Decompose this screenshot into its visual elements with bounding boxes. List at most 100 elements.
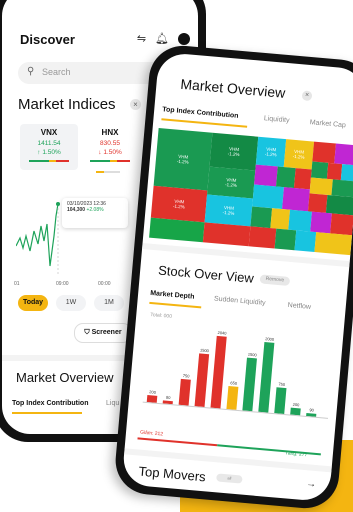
market-depth-chart: 200 80 750 1500 2040 650 1500 2000 750 200 90 [137,322,341,439]
treemap-cell[interactable] [250,206,273,229]
depth-bar[interactable] [178,378,191,406]
treemap-cell[interactable] [288,209,312,232]
tooltip-value-row: 104,300 +2.08% [67,207,123,213]
remove-button[interactable]: Remove [259,274,291,286]
tab-underline [149,301,202,309]
x-tick: 00:00 [98,281,111,287]
market-overview-title: Market Overview [16,370,114,385]
tab-underline [12,412,82,414]
treemap-cell[interactable] [310,211,332,234]
x-tick: 09:00 [56,281,69,287]
tooltip-change: +2.08% [86,207,104,213]
range-1w-button[interactable]: 1W [56,295,86,311]
treemap-cell[interactable] [314,232,353,256]
treemap-cell[interactable] [274,228,297,251]
market-overview-title: Market Overview [179,75,286,101]
treemap-cell[interactable]: VHM -1.2% [204,194,253,227]
treemap-cell[interactable] [252,184,284,210]
filter-icon: ⛉ [84,329,90,336]
index-card-vnx[interactable]: VNX 1411.54 ↑ 1.50% [20,124,78,170]
treemap-cell[interactable] [312,141,336,164]
tooltip-value: 104,300 [67,207,86,213]
chart-tooltip: 03/10/2023 12:36 104,300 +2.08% [62,198,128,228]
header-icons: ⇋ 🔔︎ [137,32,190,46]
tab-netflow[interactable]: Netflow [287,302,311,311]
tab-liquidity[interactable]: Liquidity [264,115,290,124]
search-placeholder: Search [42,67,71,77]
section-title: Market Indices [18,96,116,113]
buy-count: Tăng: 277 [284,450,308,459]
arrow-right-icon[interactable]: → [306,478,317,490]
range-today-button[interactable]: Today [18,295,48,311]
depth-bar[interactable] [242,357,257,412]
treemap-cell[interactable] [340,164,353,182]
cell-change: -1.2% [222,209,235,216]
tab-top-index[interactable]: Top Index Contribution [12,400,88,407]
range-1m-button[interactable]: 1M [94,295,124,311]
depth-bar[interactable] [226,386,239,410]
sell-count: Giảm: 212 [139,429,164,438]
treemap-cell[interactable] [254,164,278,187]
screener-button[interactable]: ⛉ Screener [74,323,132,343]
depth-bar[interactable] [210,335,227,409]
cell-change: -1.2% [176,158,189,165]
bell-icon[interactable]: 🔔︎ [155,32,169,46]
cell-change: -1.2% [264,151,277,158]
bar-label: 1500 [247,351,257,358]
treemap-cell[interactable]: VHM -1.2% [209,132,259,171]
treemap-cell[interactable] [307,193,328,213]
cell-change: -1.2% [224,182,238,189]
treemap-cell[interactable] [330,213,353,236]
treemap-cell[interactable] [270,208,291,230]
treemap: VHM -1.2% VHM -1.2% VHM -1.2% VHM -1.2% VHM -… [149,127,353,256]
treemap-cell[interactable] [326,162,343,181]
tab-sudden-liquidity[interactable]: Sudden Liquidity [214,295,266,306]
stock-overview-title: Stock Over View [157,262,255,286]
index-change-value: 1.50% [103,149,122,156]
x-tick: 01 [14,281,20,287]
swap-icon[interactable]: ⇋ [137,32,146,46]
tab-market-depth[interactable]: Market Depth [150,290,195,301]
search-input[interactable]: ⚲ Search [18,62,168,84]
treemap-cell[interactable] [248,226,277,249]
depth-bar[interactable] [194,353,210,408]
search-icon: ⚲ [27,66,35,77]
depth-bar[interactable] [274,387,287,415]
header: Discover ⇋ 🔔︎ [20,32,190,52]
index-change-value: 1.50% [42,149,61,156]
treemap-cell[interactable] [294,230,317,253]
treemap-cell[interactable] [276,166,296,189]
avatar[interactable] [178,33,190,45]
cell-change: -1.2% [227,151,240,158]
treemap-cell[interactable] [310,161,329,179]
index-card-hnx[interactable]: HNX 830.55 ↓ 1.50% [90,128,130,168]
treemap-cell[interactable]: VHM -1.2% [153,127,213,191]
treemap-cell[interactable] [309,177,333,196]
treemap-cell[interactable] [202,222,251,247]
tab-top-index[interactable]: Top Index Contribution [162,106,239,120]
treemap-cell[interactable] [282,187,310,212]
tab-liquidity[interactable]: Liqu [106,400,119,407]
index-minibar [90,160,130,162]
treemap-cell[interactable] [149,217,205,243]
top-movers-filter[interactable]: all [216,473,243,484]
treemap-cell[interactable]: VHM -1.2% [150,185,208,223]
index-name: VNX [40,128,58,137]
page-title: Discover [20,32,75,47]
treemap-cell[interactable] [293,168,312,190]
right-phone-screen: Market Overview × Top Index Contribution… [121,51,353,503]
close-icon[interactable]: × [301,90,313,102]
tab-market-cap[interactable]: Market Cap [309,119,346,129]
range-selector: Today 1W 1M [18,295,124,311]
screener-label: Screener [91,329,122,336]
sell-progress [137,437,218,447]
treemap-cell[interactable]: VHM -1.2% [255,136,287,168]
close-icon[interactable]: × [130,99,141,110]
top-movers-title: Top Movers [138,463,207,485]
right-phone-frame: Market Overview × Top Index Contribution… [112,43,353,511]
treemap-cell[interactable]: VHM -1.2% [207,166,256,199]
treemap-cell[interactable]: VHM -1.2% [283,139,315,170]
index-name: HNX [101,128,119,137]
treemap-cell[interactable] [334,143,353,166]
depth-bar[interactable] [258,342,275,413]
